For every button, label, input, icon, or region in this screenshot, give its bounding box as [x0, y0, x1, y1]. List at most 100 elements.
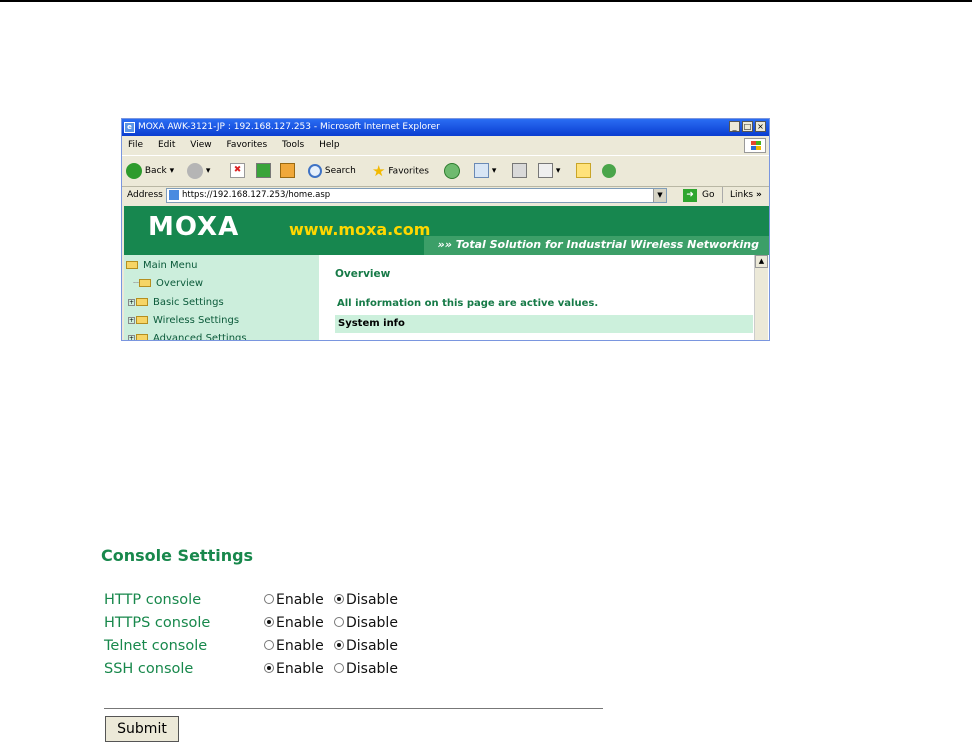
minimize-icon[interactable]: _ [729, 121, 740, 132]
edit-icon [538, 163, 553, 178]
folder-open-icon [126, 261, 138, 269]
favorites-label: Favorites [388, 166, 429, 177]
search-button[interactable]: Search [308, 162, 356, 180]
system-info-header: System info [335, 315, 753, 333]
main-pane: Overview All information on this page ar… [319, 255, 754, 340]
print-icon [512, 163, 527, 178]
menu-favorites[interactable]: Favorites [226, 140, 267, 150]
plus-icon[interactable]: + [128, 298, 135, 306]
telnet-console-label: Telnet console [104, 638, 208, 654]
https-disable-radio[interactable] [334, 617, 344, 627]
ssh-disable-radio[interactable] [334, 663, 344, 673]
edit-button[interactable]: ▾ [538, 162, 560, 180]
chevron-right-icon[interactable]: » [756, 186, 762, 205]
history-button[interactable] [444, 162, 460, 180]
menu-edit[interactable]: Edit [158, 140, 175, 150]
nav-basic-settings[interactable]: + Basic Settings [128, 297, 224, 308]
folder-icon [136, 334, 148, 340]
history-icon [444, 162, 460, 179]
mail-button[interactable]: ▾ [474, 162, 496, 180]
divider [722, 187, 723, 203]
browser-title-bar: e MOXA AWK-3121-JP : 192.168.127.253 - M… [122, 119, 769, 136]
divider [104, 708, 603, 709]
ssh-disable-option[interactable]: Disable [334, 661, 398, 677]
http-enable-option[interactable]: Enable [264, 592, 324, 608]
telnet-disable-radio[interactable] [334, 640, 344, 650]
scroll-up-icon[interactable]: ▲ [755, 255, 768, 268]
address-bar: Address https://192.168.127.253/home.asp… [122, 186, 769, 205]
refresh-icon [256, 163, 271, 178]
discuss-button[interactable] [576, 162, 591, 180]
home-icon [280, 163, 295, 178]
discuss-icon [576, 163, 591, 178]
back-button[interactable]: Back ▾ [126, 162, 174, 180]
logo-url: www.moxa.com [289, 220, 431, 239]
browser-window: e MOXA AWK-3121-JP : 192.168.127.253 - M… [121, 118, 770, 341]
nav-overview[interactable]: ┄ Overview [133, 278, 203, 289]
http-disable-radio[interactable] [334, 594, 344, 604]
folder-icon [136, 298, 148, 306]
refresh-button[interactable] [256, 162, 271, 180]
page-content: MOXA www.moxa.com »» Total Solution for … [124, 206, 769, 340]
https-disable-option[interactable]: Disable [334, 615, 398, 631]
address-url: https://192.168.127.253/home.asp [182, 190, 331, 200]
menu-view[interactable]: View [190, 140, 211, 150]
favorites-button[interactable]: ★ Favorites [372, 162, 429, 180]
https-console-label: HTTPS console [104, 615, 211, 631]
go-button[interactable]: Go [702, 186, 714, 205]
links-button[interactable]: Links [730, 186, 753, 205]
go-arrow-icon[interactable]: ➜ [683, 189, 697, 202]
top-rule [0, 0, 972, 2]
mail-icon [474, 163, 489, 178]
menu-tools[interactable]: Tools [282, 140, 304, 150]
close-icon[interactable]: × [755, 121, 766, 132]
overview-note: All information on this page are active … [337, 298, 599, 309]
messenger-button[interactable] [602, 162, 616, 180]
forward-arrow-icon [187, 162, 203, 179]
http-console-label: HTTP console [104, 592, 202, 608]
menu-file[interactable]: File [128, 140, 143, 150]
star-icon: ★ [372, 162, 386, 180]
ssh-enable-option[interactable]: Enable [264, 661, 324, 677]
tagline: »» Total Solution for Industrial Wireles… [437, 238, 759, 251]
nav-wireless-settings[interactable]: + Wireless Settings [128, 315, 239, 326]
home-button[interactable] [280, 162, 295, 180]
toolbar: Back ▾ ▾ ✖ Search ★ Favorites ▾ ▾ [122, 155, 769, 187]
telnet-enable-radio[interactable] [264, 640, 274, 650]
stop-button[interactable]: ✖ [230, 162, 245, 180]
stop-icon: ✖ [230, 163, 245, 178]
scrollbar[interactable]: ▲ [754, 255, 768, 340]
ssh-enable-radio[interactable] [264, 663, 274, 673]
overview-title: Overview [335, 268, 391, 280]
http-disable-option[interactable]: Disable [334, 592, 398, 608]
menu-bar: File Edit View Favorites Tools Help [122, 136, 769, 154]
https-enable-option[interactable]: Enable [264, 615, 324, 631]
nav-main-menu[interactable]: Main Menu [126, 260, 198, 271]
nav-advanced-settings[interactable]: + Advanced Settings [128, 333, 247, 340]
console-settings-title: Console Settings [101, 546, 254, 565]
telnet-enable-option[interactable]: Enable [264, 638, 324, 654]
maximize-icon[interactable]: □ [742, 121, 753, 132]
messenger-icon [602, 163, 616, 178]
page-icon [169, 189, 179, 200]
submit-button[interactable]: Submit [105, 716, 179, 742]
back-arrow-icon [126, 162, 142, 179]
print-button[interactable] [512, 162, 527, 180]
banner: MOXA www.moxa.com »» Total Solution for … [124, 206, 769, 255]
menu-help[interactable]: Help [319, 140, 340, 150]
address-input[interactable]: https://192.168.127.253/home.asp ▼ [166, 188, 667, 203]
chevron-down-icon[interactable]: ▼ [653, 189, 666, 202]
left-nav: Main Menu ┄ Overview + Basic Settings + Wir… [124, 255, 319, 340]
plus-icon[interactable]: + [128, 316, 135, 324]
ie-page-icon: e [124, 122, 135, 133]
http-enable-radio[interactable] [264, 594, 274, 604]
double-chevron-icon: »» [437, 238, 456, 251]
search-label: Search [324, 166, 356, 176]
folder-icon [139, 279, 152, 287]
https-enable-radio[interactable] [264, 617, 274, 627]
forward-button[interactable]: ▾ [187, 162, 210, 180]
telnet-disable-option[interactable]: Disable [334, 638, 398, 654]
browser-title: MOXA AWK-3121-JP : 192.168.127.253 - Mic… [138, 122, 440, 132]
plus-icon[interactable]: + [128, 334, 135, 340]
back-label: Back [144, 166, 167, 176]
